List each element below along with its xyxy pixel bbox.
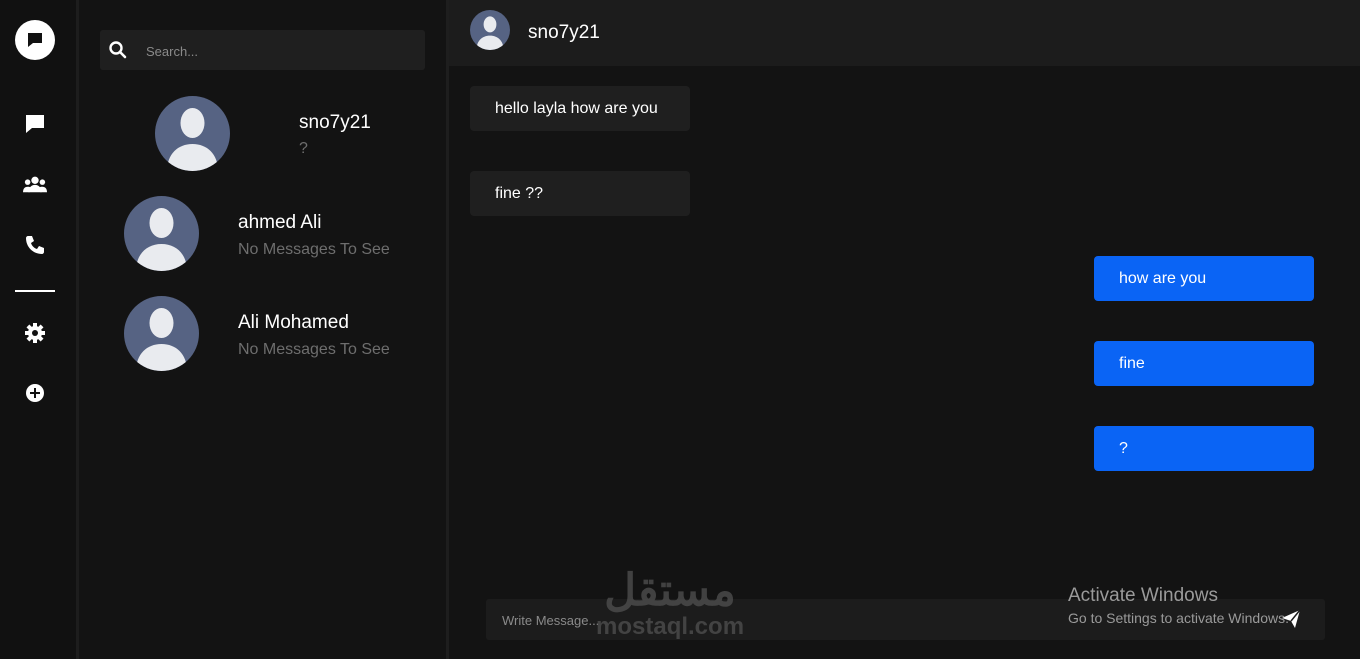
contact-last-message: No Messages To See <box>238 241 390 258</box>
message-incoming: fine ?? <box>470 171 690 216</box>
contact-name: sno7y21 <box>299 112 371 133</box>
app-logo-icon[interactable] <box>15 20 55 60</box>
rail-divider <box>15 290 55 292</box>
contact-item[interactable]: sno7y21 ? <box>155 96 395 171</box>
avatar <box>155 96 230 171</box>
activate-subtitle: Go to Settings to activate Windows. <box>1068 610 1289 626</box>
search-box <box>100 30 425 72</box>
conversation-title: sno7y21 <box>528 22 600 43</box>
watermark-latin: mostaql.com <box>596 613 745 640</box>
contact-item[interactable]: ahmed Ali No Messages To See <box>124 196 424 271</box>
activate-windows-notice: Activate Windows Go to Settings to activ… <box>1068 585 1289 626</box>
message-incoming: hello layla how are you <box>470 86 690 131</box>
message-outgoing: ? <box>1094 426 1314 471</box>
search-icon <box>109 41 127 59</box>
watermark: مستقل mostaql.com <box>596 568 744 640</box>
contact-name: Ali Mohamed <box>238 312 349 333</box>
avatar[interactable] <box>470 10 510 50</box>
plus-circle-icon[interactable] <box>23 381 47 405</box>
contact-last-message: ? <box>299 140 308 157</box>
gear-icon[interactable] <box>23 321 47 345</box>
contact-item[interactable]: Ali Mohamed No Messages To See <box>124 296 424 371</box>
contact-last-message: No Messages To See <box>238 341 390 358</box>
watermark-arabic: مستقل <box>604 566 736 615</box>
message-outgoing: how are you <box>1094 256 1314 301</box>
icon-rail <box>0 0 79 659</box>
users-icon[interactable] <box>23 172 47 196</box>
chat-list-panel: sno7y21 ? ahmed Ali No Messages To See A… <box>79 0 449 659</box>
search-input[interactable] <box>144 30 418 72</box>
avatar <box>124 196 199 271</box>
avatar <box>124 296 199 371</box>
activate-title: Activate Windows <box>1068 585 1218 606</box>
phone-icon[interactable] <box>23 233 47 257</box>
chat-icon[interactable] <box>23 112 47 136</box>
conversation-header: sno7y21 <box>449 0 1360 66</box>
contact-name: ahmed Ali <box>238 212 322 233</box>
message-outgoing: fine <box>1094 341 1314 386</box>
